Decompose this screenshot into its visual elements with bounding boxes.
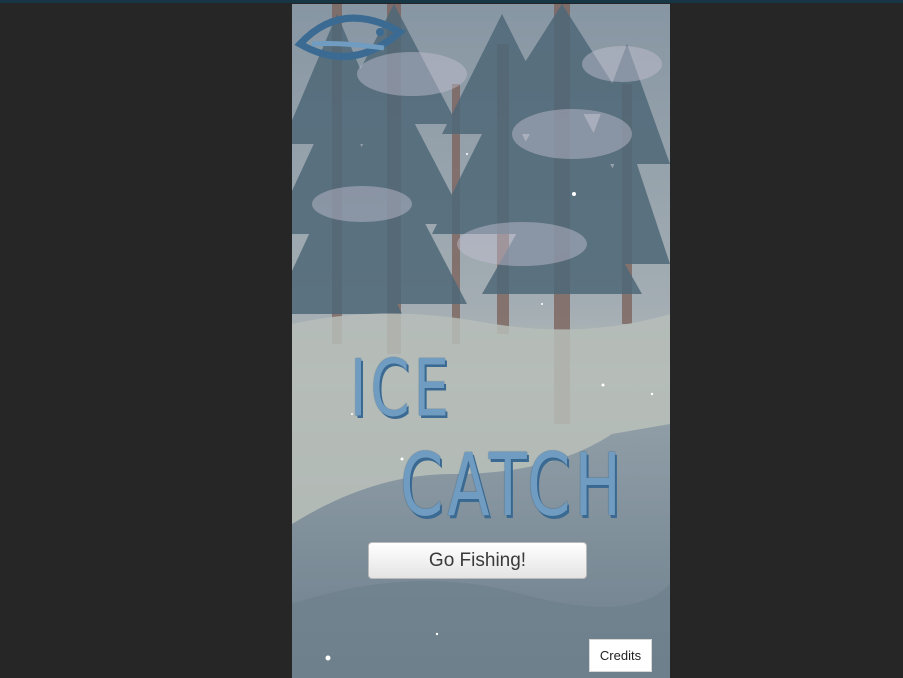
game-canvas[interactable]: ICE CATCH Go Fishing! Credits: [292, 4, 670, 678]
top-bar: [0, 0, 903, 3]
credits-button[interactable]: Credits: [589, 639, 652, 672]
go-fishing-button[interactable]: Go Fishing!: [368, 542, 587, 579]
